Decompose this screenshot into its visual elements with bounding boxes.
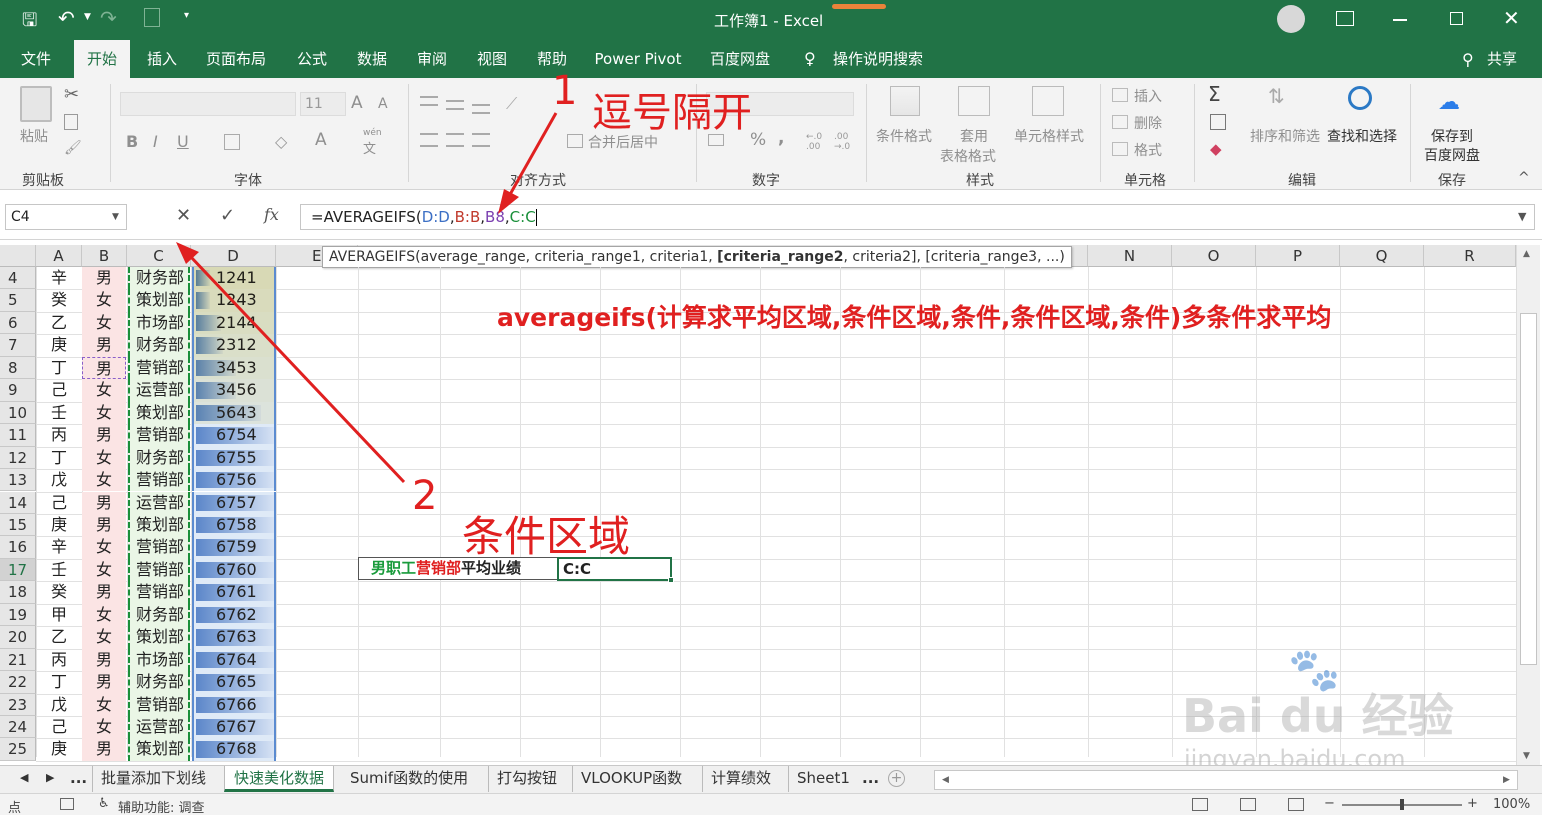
sheet-tab-5[interactable]: VLOOKUP函数 bbox=[572, 766, 690, 792]
sheet-more-left[interactable]: ... bbox=[70, 766, 87, 792]
sheet-tab-6[interactable]: 计算绩效 bbox=[702, 766, 779, 792]
status-bar: 点 ♿ 辅助功能: 调查 − + 100% bbox=[0, 793, 1542, 816]
sheet-prev-icon[interactable]: ◀ bbox=[20, 766, 28, 792]
sheet-tab-4[interactable]: 打勾按钮 bbox=[488, 766, 565, 792]
sheet-tabs-bar: ◀ ▶ ... 批量添加下划线 快速美化数据 Sumif函数的使用 打勾按钮 V… bbox=[0, 765, 1542, 793]
sheet-more-right[interactable]: ... bbox=[862, 766, 879, 792]
sheet-tab-3[interactable]: Sumif函数的使用 bbox=[342, 766, 476, 792]
zoom-level[interactable]: 100% bbox=[1493, 797, 1530, 812]
annotation-description: averageifs(计算求平均区域,条件区域,条件,条件区域,条件)多条件求平… bbox=[497, 303, 1332, 332]
sheet-tab-2-active[interactable]: 快速美化数据 bbox=[224, 766, 335, 792]
zoom-in-icon[interactable]: + bbox=[1467, 796, 1478, 811]
sheet-tab-1[interactable]: 批量添加下划线 bbox=[92, 766, 214, 792]
annotation-number-2: 2 bbox=[412, 473, 438, 519]
scroll-up-icon[interactable]: ▲ bbox=[1523, 249, 1530, 259]
annotation-comma-sep: 逗号隔开 bbox=[592, 90, 752, 136]
status-mode: 点 bbox=[8, 801, 22, 816]
zoom-slider-thumb[interactable] bbox=[1400, 799, 1404, 810]
page-layout-view-icon[interactable] bbox=[1240, 798, 1256, 811]
arrow-2-line bbox=[188, 254, 406, 484]
vertical-scrollbar[interactable]: ▲ ▼ bbox=[1516, 245, 1540, 765]
macro-icon[interactable] bbox=[60, 798, 74, 810]
zoom-out-icon[interactable]: − bbox=[1324, 796, 1335, 811]
normal-view-icon[interactable] bbox=[1192, 798, 1208, 811]
sheet-next-icon[interactable]: ▶ bbox=[46, 766, 54, 792]
sheet-tab-7[interactable]: Sheet1 bbox=[788, 766, 858, 792]
arrow-1-line bbox=[506, 112, 558, 199]
horizontal-scrollbar[interactable] bbox=[934, 770, 1518, 790]
add-sheet-icon[interactable]: + bbox=[888, 770, 905, 787]
scroll-down-icon[interactable]: ▼ bbox=[1523, 751, 1530, 761]
accessibility-status[interactable]: 辅助功能: 调查 bbox=[118, 797, 205, 816]
annotation-criteria-range: 条件区域 bbox=[462, 512, 631, 561]
scroll-thumb[interactable] bbox=[1520, 313, 1537, 665]
arrow-1-head bbox=[498, 189, 519, 214]
annotation-number-1: 1 bbox=[552, 68, 578, 114]
hscroll-left-icon[interactable]: ◀ bbox=[942, 768, 949, 794]
baidu-paw-icon: 🐾 bbox=[1288, 645, 1341, 694]
page-break-view-icon[interactable] bbox=[1288, 798, 1304, 811]
accessibility-icon[interactable]: ♿ bbox=[98, 796, 110, 811]
hscroll-right-icon[interactable]: ▶ bbox=[1503, 768, 1510, 794]
